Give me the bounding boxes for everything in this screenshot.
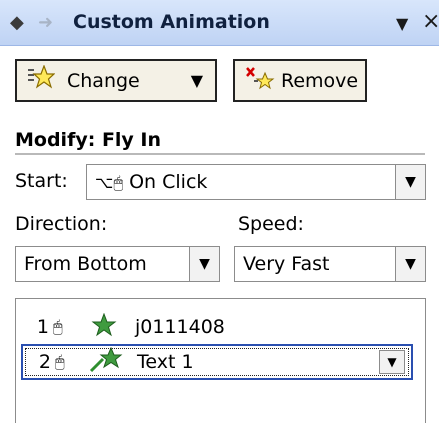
chevron-down-icon[interactable]: ▼ <box>379 350 405 374</box>
item-name: Text 1 <box>137 351 194 373</box>
remove-effect-icon <box>245 65 275 96</box>
direction-label: Direction: <box>15 213 108 235</box>
start-value: ⌥🖱 On Click <box>87 171 395 193</box>
back-icon[interactable]: ◆ <box>10 14 28 32</box>
list-item[interactable]: 1 🖱 j0111408 <box>21 309 413 345</box>
change-button[interactable]: Change ▼ <box>15 59 217 102</box>
list-item[interactable]: 2 🖱 Text 1 ▼ <box>21 344 413 380</box>
remove-label: Remove <box>281 69 359 92</box>
pane-title: Custom Animation <box>73 11 270 33</box>
direction-dropdown[interactable]: From Bottom ▼ <box>15 246 220 282</box>
fly-in-effect-icon <box>83 346 129 378</box>
star-effect-icon <box>81 312 127 342</box>
task-pane-titlebar: ◆ ➜ Custom Animation ▼ × <box>0 0 439 46</box>
forward-icon[interactable]: ➜ <box>38 14 56 32</box>
speed-dropdown[interactable]: Very Fast ▼ <box>234 246 426 282</box>
chevron-down-icon[interactable]: ▼ <box>189 247 219 281</box>
chevron-down-icon: ▼ <box>190 71 203 90</box>
close-icon[interactable]: × <box>422 9 439 34</box>
item-number: 2 <box>38 351 51 373</box>
mouse-click-icon: 🖱 <box>55 352 65 371</box>
start-dropdown[interactable]: ⌥🖱 On Click ▼ <box>86 164 426 200</box>
start-label: Start: <box>15 170 68 192</box>
section-divider <box>15 153 425 155</box>
pane-menu-icon[interactable]: ▼ <box>396 14 408 33</box>
star-effect-icon <box>27 64 56 96</box>
item-number: 1 <box>36 316 49 338</box>
item-name: j0111408 <box>135 316 225 338</box>
remove-button[interactable]: Remove <box>233 59 367 102</box>
speed-value: Very Fast <box>243 253 330 275</box>
modify-heading: Modify: Fly In <box>15 129 162 151</box>
speed-label: Speed: <box>238 213 304 235</box>
mouse-click-icon: ⌥🖱 <box>95 173 124 192</box>
chevron-down-icon[interactable]: ▼ <box>395 165 425 199</box>
animation-list[interactable]: 1 🖱 j0111408 2 🖱 Text 1 ▼ <box>15 298 426 423</box>
change-label: Change <box>67 69 140 92</box>
chevron-down-icon[interactable]: ▼ <box>395 247 425 281</box>
start-value-text: On Click <box>129 171 208 193</box>
direction-value: From Bottom <box>24 253 147 275</box>
mouse-click-icon: 🖱 <box>53 317 63 336</box>
task-pane-body: Change ▼ Remove Modify: Fly In Start: ⌥🖱… <box>0 46 439 423</box>
